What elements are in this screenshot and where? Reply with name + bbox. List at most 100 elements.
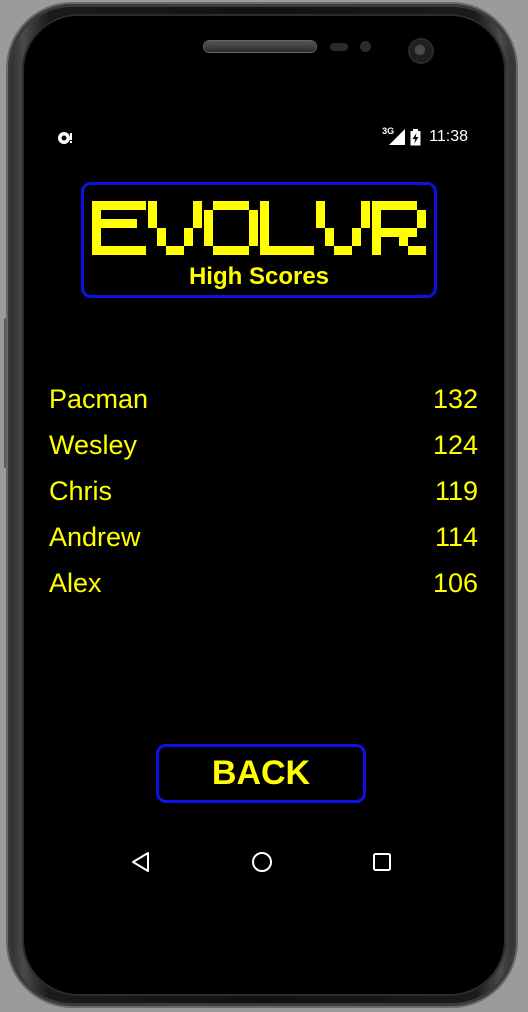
logo-pixel [278,246,287,255]
logo-pixel [213,201,222,210]
logo-pixel [260,210,269,219]
logo-pixel [305,246,314,255]
score-row: Andrew 114 [49,522,478,568]
player-score: 119 [434,476,478,506]
circle-home-icon[interactable] [250,850,274,874]
navigation-bar [45,834,479,890]
logo-pixel [110,246,119,255]
logo-pixel [222,201,231,210]
player-name: Pacman [49,384,149,414]
logo-pixel [260,246,269,255]
evolvr-logo [92,201,426,255]
logo-pixel [184,237,193,246]
logo-pixel [316,201,325,210]
player-name: Alex [49,568,102,598]
logo-pixel [352,228,361,237]
logo-pixel [193,201,202,210]
page-subtitle: High Scores [188,263,330,290]
logo-pixel [325,237,334,246]
logo-pixel [92,201,101,210]
player-name: Andrew [49,522,141,552]
status-icons: 3G 11:38 [382,126,468,147]
high-score-list: Pacman 132 Wesley 124 Chris 119 Andrew 114 Alex 1… [49,384,478,614]
logo-pixel [372,219,381,228]
back-button[interactable]: BACK [156,744,366,803]
logo-pixel [204,237,213,246]
logo-pixel [166,246,175,255]
logo-pixel [119,246,128,255]
logo-pixel [128,219,137,228]
logo-pixel [408,246,417,255]
logo-pixel [408,228,417,237]
logo-pixel [381,228,390,237]
battery-charging-icon [410,128,421,145]
logo-pixel [184,228,193,237]
score-row: Chris 119 [49,476,478,522]
logo-pixel [148,201,157,210]
player-name: Chris [49,476,113,506]
logo-pixel [222,246,231,255]
light-sensor [360,41,371,52]
logo-pixel [316,210,325,219]
logo-pixel [390,201,399,210]
logo-pixel [372,201,381,210]
logo-pixel [101,201,110,210]
logo-pixel [148,210,157,219]
logo-pixel [119,201,128,210]
logo-pixel [119,219,128,228]
clock: 11:38 [429,128,468,145]
logo-pixel [390,228,399,237]
logo-pixel [175,246,184,255]
logo-pixel [361,201,370,210]
logo-pixel [260,219,269,228]
logo-pixel [269,246,278,255]
logo-pixel [316,219,325,228]
logo-pixel [399,201,408,210]
logo-pixel [260,201,269,210]
logo-pixel [417,246,426,255]
logo-pixel [260,228,269,237]
logo-pixel [193,219,202,228]
score-row: Alex 106 [49,568,478,614]
logo-pixel [137,246,146,255]
logo-pixel [417,210,426,219]
logo-pixel [372,246,381,255]
logo-pixel [204,210,213,219]
square-recents-icon[interactable] [370,850,394,874]
logo-pixel [157,237,166,246]
earpiece-speaker [204,41,316,52]
logo-pixel [231,246,240,255]
logo-pixel [372,237,381,246]
logo-pixel [92,228,101,237]
front-camera [410,40,432,62]
logo-pixel [361,210,370,219]
logo-pixel [372,228,381,237]
logo-pixel [249,237,258,246]
player-score: 132 [432,384,478,414]
logo-pixel [204,219,213,228]
logo-pixel [399,228,408,237]
player-score: 114 [434,522,478,552]
player-name: Wesley [49,430,138,460]
proximity-sensor [330,43,348,51]
logo-pixel [204,228,213,237]
logo-pixel [372,210,381,219]
logo-pixel [381,201,390,210]
logo-pixel [240,201,249,210]
logo-pixel [148,219,157,228]
logo-pixel [110,201,119,210]
logo-pixel [92,246,101,255]
device-frame: 3G 11:38 High Scores Pacman 132 Wesley 124 C… [0,0,528,1012]
logo-pixel [101,219,110,228]
logo-pixel [157,228,166,237]
logo-pixel [287,246,296,255]
logo-pixel [343,246,352,255]
debug-notification-icon [58,132,72,144]
triangle-back-icon[interactable] [129,850,153,874]
logo-pixel [249,228,258,237]
logo-pixel [128,201,137,210]
status-bar: 3G 11:38 [45,122,479,152]
logo-pixel [193,210,202,219]
logo-pixel [260,237,269,246]
player-score: 106 [432,568,478,598]
